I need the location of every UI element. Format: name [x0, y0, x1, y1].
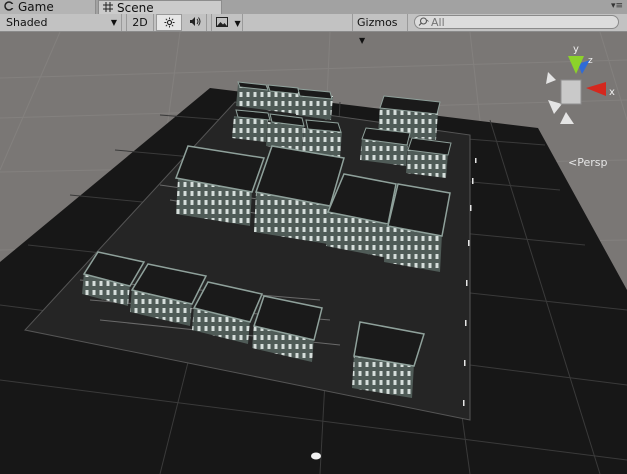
- search-icon: [418, 16, 429, 29]
- gizmos-dropdown[interactable]: Gizmos ▼: [352, 14, 408, 45]
- gizmo-axis-x-cone[interactable]: [586, 82, 606, 96]
- perspective-icon: <: [568, 156, 578, 169]
- gizmo-x-label: x: [609, 87, 615, 98]
- scene-viewport[interactable]: y z x <Persp: [0, 32, 627, 474]
- draw-mode-label: Shaded: [6, 16, 48, 29]
- gizmo-z-label: z: [588, 56, 593, 66]
- 2d-mode-button[interactable]: 2D: [126, 14, 154, 31]
- game-controller-icon: [4, 0, 14, 14]
- scene-view-canvas[interactable]: y z x: [0, 32, 627, 474]
- tab-label: Scene: [117, 1, 154, 15]
- orientation-gizmo[interactable]: y z x: [546, 44, 615, 124]
- tab-scene[interactable]: Scene: [98, 0, 222, 15]
- dropdown-arrow-icon: ▼: [110, 18, 117, 27]
- scene-toolbar: Shaded ▼ 2D ▼ Gizmos ▼: [0, 14, 627, 45]
- scene-effects-dropdown[interactable]: ▼: [211, 14, 243, 31]
- scene-grid-icon: [103, 1, 113, 15]
- 2d-mode-label: 2D: [132, 16, 148, 29]
- gizmo-y-label: y: [573, 44, 579, 55]
- tab-bar: Game Scene ▾≡: [0, 0, 627, 15]
- tab-game[interactable]: Game: [0, 0, 96, 14]
- projection-toggle[interactable]: <Persp: [568, 156, 607, 169]
- projection-label: Persp: [577, 156, 608, 169]
- directional-light-icon: [311, 452, 321, 460]
- search-input[interactable]: [431, 15, 601, 29]
- gizmos-label: Gizmos: [357, 16, 398, 29]
- tab-label: Game: [18, 0, 54, 14]
- scene-lighting-button[interactable]: [156, 14, 182, 31]
- hierarchy-search-field[interactable]: [414, 15, 619, 29]
- draw-mode-dropdown[interactable]: Shaded ▼: [0, 14, 122, 31]
- image-icon: [216, 16, 232, 29]
- sun-icon: [163, 17, 175, 30]
- speaker-icon: [189, 16, 201, 29]
- scene-audio-button[interactable]: [183, 14, 207, 31]
- window-menu-icon[interactable]: ▾≡: [611, 0, 623, 14]
- dropdown-arrow-icon: ▼: [234, 19, 241, 28]
